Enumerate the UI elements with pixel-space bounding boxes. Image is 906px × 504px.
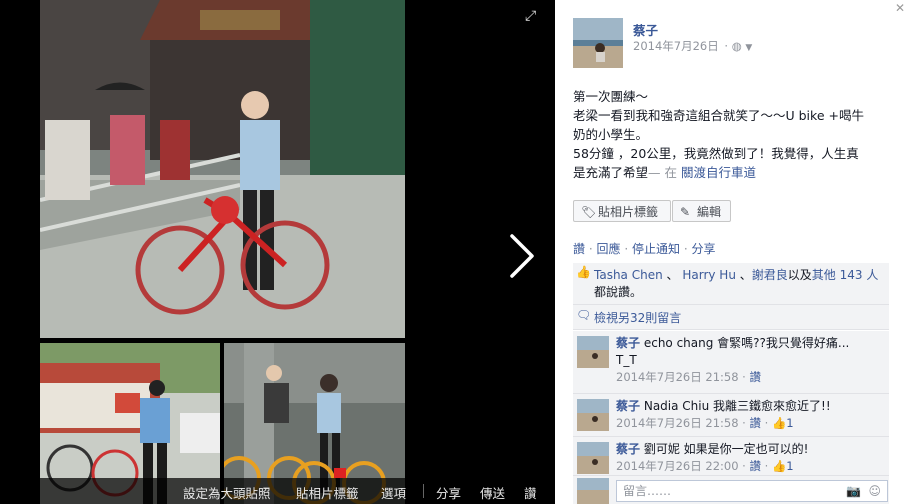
chevron-right-icon[interactable] bbox=[504, 232, 538, 280]
expand-icon[interactable]: ⤢ bbox=[525, 9, 539, 23]
post-text: 第一次團練～ 老梁一看到我和強奇這組合就笑了～～U bike +喝牛 奶的小學生… bbox=[573, 87, 893, 182]
tag-photo-button[interactable]: 🏷 貼相片標籤 bbox=[573, 200, 671, 222]
liker-name[interactable]: 謝君良 bbox=[752, 268, 788, 282]
comment-time[interactable]: 2014年7月26日 21:58 bbox=[616, 370, 739, 384]
send-button[interactable]: 傳送 bbox=[480, 483, 505, 502]
emoji-icon[interactable]: ☺ bbox=[868, 481, 881, 501]
stop-notifications-link[interactable]: 停止通知 bbox=[632, 242, 680, 256]
liker-name[interactable]: Harry Hu bbox=[682, 268, 736, 282]
comment-composer: 留言…… 📷 ☺ bbox=[573, 476, 889, 504]
comment-time[interactable]: 2014年7月26日 21:58 bbox=[616, 416, 739, 430]
author-name[interactable]: 蔡子 bbox=[633, 20, 658, 39]
chevron-down-icon[interactable]: ▼ bbox=[745, 43, 752, 53]
close-icon[interactable]: ✕ bbox=[895, 1, 905, 15]
share-button[interactable]: 分享 bbox=[436, 483, 461, 502]
share-link[interactable]: 分享 bbox=[692, 242, 716, 256]
comment-like-count[interactable]: 1 bbox=[786, 459, 793, 473]
post-line: 第一次團練～ bbox=[573, 89, 649, 104]
photo-main bbox=[40, 0, 405, 338]
avatar[interactable] bbox=[577, 442, 609, 474]
tag-icon: 🏷 bbox=[581, 205, 597, 219]
comment-text: Nadia Chiu 我離三鐵愈來愈近了!! bbox=[643, 399, 831, 413]
globe-icon[interactable]: ◍ bbox=[732, 39, 742, 53]
comment-item: 蔡子 Nadia Chiu 我離三鐵愈來愈近了!! 2014年7月26日 21:… bbox=[573, 394, 889, 437]
comment-input[interactable]: 留言…… 📷 ☺ bbox=[616, 480, 888, 502]
pencil-icon: ✎ bbox=[680, 205, 691, 219]
thumbs-up-icon: 👍 bbox=[576, 265, 591, 279]
likes-summary: 👍 Tasha Chen 、 Harry Hu 、謝君良以及其他 143 人 都… bbox=[573, 263, 889, 305]
avatar[interactable] bbox=[577, 399, 609, 431]
likes-others-link[interactable]: 其他 143 人 bbox=[812, 268, 879, 282]
post-actions: 讚 · 回應 · 停止通知 · 分享 bbox=[573, 242, 716, 256]
liker-name[interactable]: Tasha Chen bbox=[594, 268, 663, 282]
photo-action-bar: 設定為大頭貼照 貼相片標籤 選項 分享 傳送 讚 bbox=[0, 478, 555, 504]
like-link[interactable]: 讚 bbox=[573, 242, 585, 256]
thumbs-up-icon: 👍 bbox=[771, 416, 787, 430]
post-date[interactable]: 2014年7月26日 bbox=[633, 39, 719, 53]
post-line: 58分鐘 ，20公里，我竟然做到了！我覺得，人生真 bbox=[573, 146, 859, 161]
camera-icon[interactable]: 📷 bbox=[846, 481, 861, 501]
avatar bbox=[577, 478, 609, 504]
options-button[interactable]: 選項 bbox=[381, 483, 406, 502]
comment-text: echo chang 會緊嗎??我只覺得好痛... bbox=[643, 336, 850, 350]
comment-link[interactable]: 回應 bbox=[597, 242, 621, 256]
comment-author[interactable]: 蔡子 bbox=[616, 336, 640, 350]
avatar[interactable] bbox=[573, 18, 623, 68]
post-line: 是充滿了希望— 在 關渡自行車道 bbox=[573, 165, 756, 180]
comment-text: 劉可妮 如果是你一定也可以的! bbox=[643, 442, 809, 456]
like-button[interactable]: 讚 bbox=[524, 483, 537, 502]
comment-icon: 🗨 bbox=[576, 308, 592, 322]
comment-like-link[interactable]: 讚 bbox=[749, 459, 761, 473]
photo-stage[interactable]: ⤢ 設定為大頭貼照 貼相片標籤 選項 分享 傳送 讚 bbox=[0, 0, 555, 504]
post-line: 奶的小學生。 bbox=[573, 127, 649, 142]
post-meta: 2014年7月26日 · ◍ ▼ bbox=[633, 39, 753, 53]
edit-button[interactable]: ✎ 編輯 bbox=[672, 200, 731, 222]
thumbs-up-icon: 👍 bbox=[771, 459, 787, 473]
photo-info-panel: ✕ 蔡子 2014年7月26日 · ◍ ▼ 第一次團練～ 老梁一看到我和強奇這組… bbox=[555, 0, 906, 504]
view-more-comments[interactable]: 🗨 檢視另32則留言 bbox=[573, 305, 889, 330]
comment-author[interactable]: 蔡子 bbox=[616, 399, 640, 413]
location-link[interactable]: 關渡自行車道 bbox=[681, 165, 756, 180]
divider bbox=[423, 484, 424, 498]
make-profile-picture-button[interactable]: 設定為大頭貼照 bbox=[183, 483, 271, 502]
comment-author[interactable]: 蔡子 bbox=[616, 442, 640, 456]
comment-item: 蔡子 echo chang 會緊嗎??我只覺得好痛... T_T 2014年7月… bbox=[573, 331, 889, 394]
comment-like-count[interactable]: 1 bbox=[786, 416, 793, 430]
post-line: 老梁一看到我和強奇這組合就笑了～～U bike +喝牛 bbox=[573, 108, 864, 123]
comment-like-link[interactable]: 讚 bbox=[749, 370, 761, 384]
avatar[interactable] bbox=[577, 336, 609, 368]
tag-photo-button[interactable]: 貼相片標籤 bbox=[296, 483, 359, 502]
comment-text: T_T bbox=[616, 353, 637, 367]
comment-time[interactable]: 2014年7月26日 22:00 bbox=[616, 459, 739, 473]
comment-item: 蔡子 劉可妮 如果是你一定也可以的! 2014年7月26日 22:00 · 讚 … bbox=[573, 437, 889, 476]
comment-like-link[interactable]: 讚 bbox=[749, 416, 761, 430]
